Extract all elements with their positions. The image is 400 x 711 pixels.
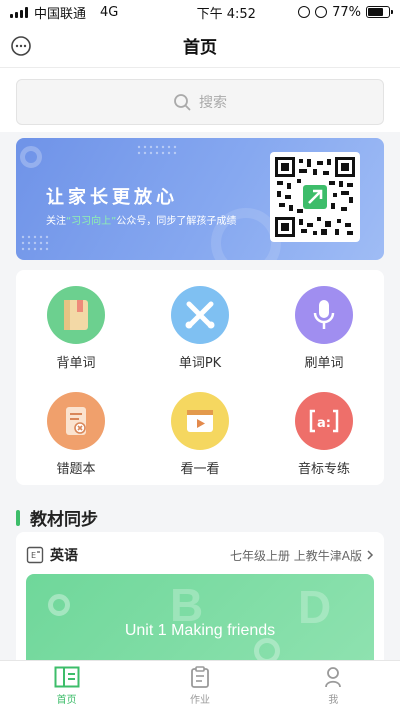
grade-selector[interactable]: 七年级上册 上教牛津A版 — [230, 547, 374, 564]
tab-homework[interactable]: 作业 — [133, 661, 266, 711]
feature-label: 背单词 — [56, 356, 96, 371]
feature-item-phonetics[interactable]: a: 音标专练 — [264, 392, 384, 482]
feature-label: 音标专练 — [297, 462, 350, 477]
decor-circle — [48, 594, 70, 616]
feature-item-pk[interactable]: 单词PK — [140, 286, 260, 376]
feature-item-mistakes[interactable]: 错题本 — [16, 392, 136, 482]
chat-icon[interactable] — [10, 35, 32, 57]
unit-banner[interactable]: B D Unit 1 Making friends — [26, 574, 374, 662]
section-accent-bar — [16, 509, 20, 526]
section-header: 教材同步 — [16, 505, 98, 530]
parent-banner[interactable]: 让家长更放心 关注“习习向上”公众号，同步了解孩子成绩 — [16, 138, 384, 260]
decor-circle — [254, 638, 280, 662]
nav-bar: 首页 — [0, 24, 400, 68]
feature-item-drill[interactable]: 刷单词 — [264, 286, 384, 376]
tab-label: 首页 — [56, 695, 77, 706]
page-title: 首页 — [183, 38, 217, 58]
decor-dots — [137, 145, 177, 155]
svg-text:a:: a: — [317, 416, 331, 431]
subject-label: 英语 — [50, 548, 78, 564]
tab-label: 我 — [328, 695, 339, 706]
crossed-swords-icon — [171, 286, 229, 344]
search-input[interactable]: 搜索 — [16, 79, 384, 125]
subject-group: E 英语 — [26, 545, 78, 565]
tab-me[interactable]: 我 — [267, 661, 400, 711]
banner-sub-suffix: 公众号，同步了解孩子成绩 — [116, 216, 237, 227]
search-section: 搜索 — [0, 68, 400, 132]
textbook-selector[interactable]: E 英语 七年级上册 上教牛津A版 — [26, 542, 374, 568]
person-icon — [325, 667, 342, 688]
rotation-lock-icon — [298, 6, 311, 18]
search-placeholder: 搜索 — [199, 95, 227, 111]
banner-sub-highlight: “习习向上” — [66, 216, 117, 227]
battery-level — [367, 8, 384, 16]
status-left: 中国联通 4G — [10, 3, 118, 22]
textbook-card: E 英语 七年级上册 上教牛津A版 B D Unit 1 Making frie… — [16, 532, 384, 662]
decor-circle — [20, 146, 42, 168]
battery-label: 77% — [332, 4, 361, 20]
phonetic-icon: a: — [295, 392, 353, 450]
play-video-icon — [171, 392, 229, 450]
banner-title: 让家长更放心 — [46, 187, 178, 208]
english-book-icon: E — [26, 546, 44, 564]
carrier-label: 中国联通 — [34, 6, 87, 22]
feature-label: 刷单词 — [304, 356, 344, 371]
qr-code-icon — [275, 157, 355, 237]
chevron-right-icon — [367, 550, 374, 560]
feature-item-watch[interactable]: 看一看 — [140, 392, 260, 482]
feature-label: 单词PK — [178, 356, 222, 371]
search-icon — [174, 94, 191, 111]
banner-sub-prefix: 关注 — [46, 216, 66, 227]
unit-title: Unit 1 Making friends — [124, 622, 276, 639]
feature-grid: 背单词 单词PK 刷单词 错题本 看一看 a: 音标专练 — [16, 270, 384, 485]
home-icon — [54, 666, 80, 688]
grade-label: 七年级上册 上教牛津A版 — [229, 548, 362, 563]
svg-text:E: E — [31, 551, 36, 560]
battery-icon — [365, 6, 393, 18]
signal-icon — [10, 6, 28, 18]
tab-home[interactable]: 首页 — [0, 661, 133, 711]
network-label: 4G — [100, 4, 119, 20]
tab-label: 作业 — [189, 695, 210, 706]
time-label: 下午 4:52 — [196, 6, 256, 22]
notebook-x-icon — [47, 392, 105, 450]
feature-item-memorize[interactable]: 背单词 — [16, 286, 136, 376]
alarm-icon — [315, 6, 328, 18]
feature-label: 错题本 — [56, 462, 96, 477]
banner-subtitle: 关注“习习向上”公众号，同步了解孩子成绩 — [46, 212, 236, 227]
status-bar: 中国联通 4G 下午 4:52 77% — [0, 0, 400, 24]
status-right: 77% — [298, 4, 393, 20]
microphone-icon — [295, 286, 353, 344]
section-title: 教材同步 — [30, 510, 98, 530]
book-icon — [47, 286, 105, 344]
tab-bar: 首页 作业 我 — [0, 660, 400, 711]
decor-dots — [21, 235, 49, 251]
clipboard-icon — [191, 666, 209, 688]
feature-label: 看一看 — [180, 462, 220, 477]
qr-code — [270, 152, 360, 242]
